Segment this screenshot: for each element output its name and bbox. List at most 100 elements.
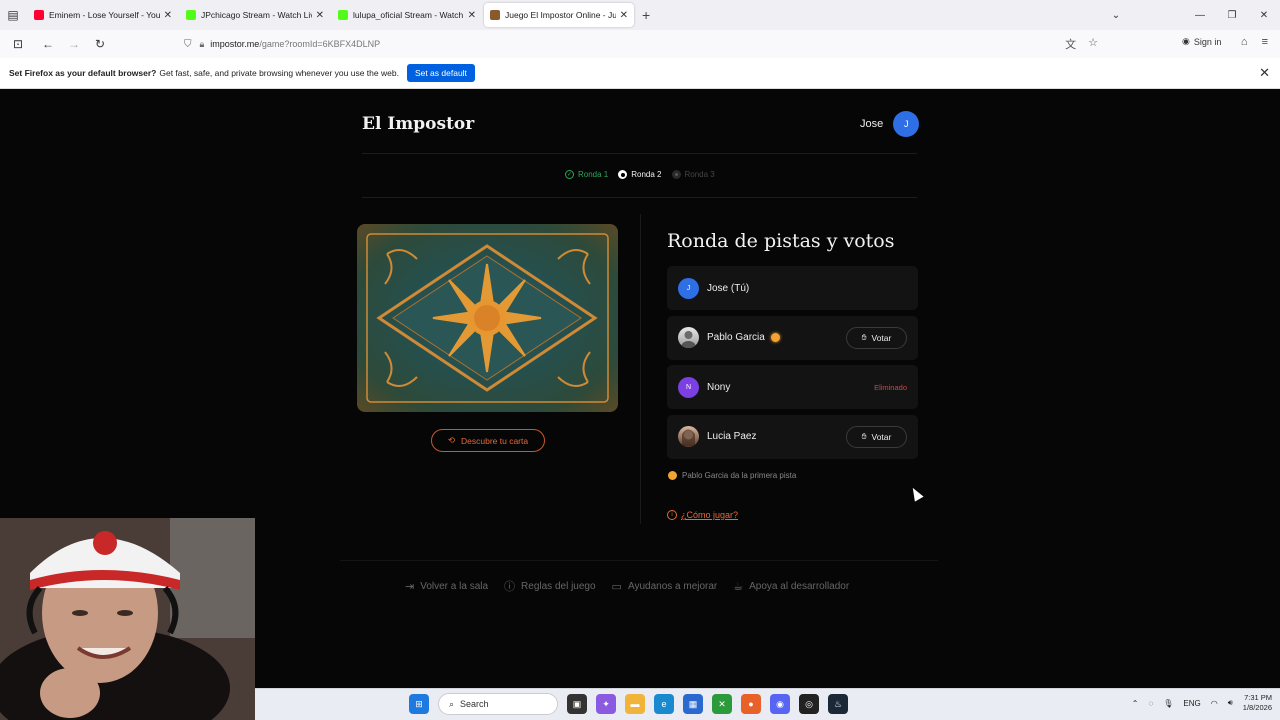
round-step-3: Ronda 3 xyxy=(671,170,715,179)
clock[interactable]: 7:31 PM 1/8/2026 xyxy=(1243,693,1272,713)
user-avatar[interactable]: J xyxy=(893,111,920,137)
player-avatar xyxy=(678,426,699,447)
sidebar-icon[interactable]: ⊡ xyxy=(6,37,30,51)
close-window-icon[interactable]: ✕ xyxy=(1248,10,1280,21)
round-label: Ronda 1 xyxy=(578,170,609,179)
hand-icon: ✋︎ xyxy=(861,431,867,441)
url-host: impostor.me xyxy=(210,39,260,49)
close-infobar-icon[interactable]: ✕ xyxy=(1259,65,1270,81)
chevron-down-icon[interactable]: ⌄ xyxy=(1100,10,1132,21)
back-to-room-link[interactable]: ⇥ Volver a la sala xyxy=(405,578,488,594)
minimize-icon[interactable]: — xyxy=(1184,10,1216,21)
feedback-link[interactable]: ▭ Ayudanos a mejorar xyxy=(612,578,718,594)
obs-icon[interactable]: ◎ xyxy=(799,694,819,714)
round-label: Ronda 3 xyxy=(684,170,715,179)
infobar-question: Set Firefox as your default browser? xyxy=(9,68,157,78)
footer-label: Volver a la sala xyxy=(420,580,489,592)
kick-favicon-icon xyxy=(338,10,348,20)
back-icon[interactable]: ← xyxy=(36,37,60,51)
chevron-up-icon[interactable]: ⌃ xyxy=(1132,699,1139,708)
edge-icon[interactable]: e xyxy=(654,694,674,714)
player-row: Lucia Paez ✋︎ Votar xyxy=(667,414,918,459)
tab-title: Eminem - Lose Yourself - YouTube xyxy=(49,10,160,20)
file-explorer-icon[interactable]: ▬ xyxy=(625,694,645,714)
menu-icon[interactable]: ≡ xyxy=(1262,36,1268,48)
windows-taskbar: ⊞ ⌕ Search ▣ ✦ ▬ e ▦ ✕ ● ◉ ◎ ♨ ⌃ ◌ 🎙︎ EN… xyxy=(255,688,1280,720)
firefox-icon[interactable]: ● xyxy=(741,694,761,714)
vote-label: Votar xyxy=(871,332,892,343)
tab-impostor[interactable]: Juego El Impostor Online - Jugar ✕ xyxy=(484,3,634,27)
windows-start-icon[interactable]: ⊞ xyxy=(409,694,429,714)
game-rules-link[interactable]: ⓘ Reglas del juego xyxy=(504,578,596,594)
user-menu[interactable]: Jose J xyxy=(860,111,920,137)
set-as-default-button[interactable]: Set as default xyxy=(406,64,475,82)
system-tray: ⌃ ◌ 🎙︎ ENG ◠ 🔊︎ 7:31 PM 1/8/2026 xyxy=(1132,693,1272,713)
vote-button[interactable]: ✋︎ Votar xyxy=(846,425,907,448)
tab-lulupa[interactable]: lulupa_oficial Stream - Watch Li ✕ xyxy=(332,3,482,27)
shield-icon[interactable]: ⛉ xyxy=(184,39,192,50)
player-avatar xyxy=(678,327,699,348)
eliminated-badge: Eliminado xyxy=(874,382,907,392)
steam-icon[interactable]: ♨ xyxy=(828,694,848,714)
speaker-icon[interactable]: 🔊︎ xyxy=(1228,698,1233,708)
taskbar-search[interactable]: ⌕ Search xyxy=(438,693,558,715)
reload-icon[interactable]: ↻ xyxy=(88,37,112,51)
player-name: Lucia Paez xyxy=(707,431,757,442)
bookmark-star-icon[interactable]: ☆ xyxy=(1088,36,1098,52)
turn-hint: Pablo Garcia da la primera pista xyxy=(668,471,796,480)
player-row: N Nony Eliminado xyxy=(667,365,918,409)
vote-label: Votar xyxy=(871,431,892,442)
microphone-icon[interactable]: 🎙︎ xyxy=(1163,699,1173,708)
forward-icon[interactable]: → xyxy=(62,37,86,51)
brand-title[interactable]: El Impostor xyxy=(362,114,474,134)
window-controls: ⌄ — ❐ ✕ xyxy=(1100,0,1280,30)
pending-round-icon xyxy=(671,170,681,179)
address-bar[interactable]: ⛉ 🔒︎ impostor.me/game?roomId=6KBFX4DLNP … xyxy=(178,33,1098,55)
lock-icon[interactable]: 🔒︎ xyxy=(200,39,205,50)
sun-icon xyxy=(770,333,780,342)
tab-jpchicago[interactable]: JPchicago Stream - Watch Live o ✕ xyxy=(180,3,330,27)
close-tab-icon[interactable]: ✕ xyxy=(164,10,172,21)
round-heading: Ronda de pistas y votos xyxy=(667,230,895,252)
hand-icon: ✋︎ xyxy=(861,332,867,342)
discover-card-button[interactable]: ⟲ Descubre tu carta xyxy=(431,429,545,452)
close-tab-icon[interactable]: ✕ xyxy=(468,10,476,21)
close-tab-icon[interactable]: ✕ xyxy=(316,10,324,21)
sign-in-button[interactable]: ◉ Sign in xyxy=(1182,36,1221,47)
tab-list-icon[interactable]: ▤ xyxy=(0,0,26,30)
xbox-icon[interactable]: ✕ xyxy=(712,694,732,714)
round-label: Ronda 2 xyxy=(631,170,662,179)
info-icon: ⓘ xyxy=(504,581,516,593)
tab-youtube[interactable]: Eminem - Lose Yourself - YouTube ✕ xyxy=(28,3,178,27)
clock-time: 7:31 PM xyxy=(1244,693,1272,702)
account-icon: ◉ xyxy=(1182,36,1190,46)
how-to-play-link[interactable]: i ¿Cómo jugar? xyxy=(667,510,738,520)
store-icon[interactable]: ▦ xyxy=(683,694,703,714)
url-path: /game?roomId=6KBFX4DLNP xyxy=(259,39,381,49)
sun-icon xyxy=(668,471,677,480)
coffee-icon: ☕︎ xyxy=(733,580,744,593)
task-view-icon[interactable]: ▣ xyxy=(567,694,587,714)
discord-icon[interactable]: ◉ xyxy=(770,694,790,714)
toolbar-extras: ⌂ ≡ xyxy=(1241,36,1268,48)
youtube-favicon-icon xyxy=(34,10,44,20)
restore-icon[interactable]: ❐ xyxy=(1216,10,1248,21)
close-tab-icon[interactable]: ✕ xyxy=(620,10,628,21)
new-tab-icon[interactable]: + xyxy=(642,7,650,23)
refresh-icon: ⟲ xyxy=(447,435,456,445)
copilot-icon[interactable]: ✦ xyxy=(596,694,616,714)
wifi-icon[interactable]: ◠ xyxy=(1211,699,1218,708)
check-icon: ✓ xyxy=(565,170,574,179)
vote-button[interactable]: ✋︎ Votar xyxy=(846,326,907,349)
info-icon: i xyxy=(667,510,677,520)
card-back[interactable] xyxy=(357,224,618,412)
translate-icon[interactable]: 文 xyxy=(1065,36,1076,52)
network-icon[interactable]: ◌ xyxy=(1149,699,1154,708)
extensions-icon[interactable]: ⌂ xyxy=(1241,36,1248,48)
footer-label: Ayudanos a mejorar xyxy=(627,580,718,592)
discover-card-label: Descubre tu carta xyxy=(461,435,529,446)
language-indicator[interactable]: ENG xyxy=(1183,699,1200,708)
support-developer-link[interactable]: ☕︎ Apoya al desarrollador xyxy=(733,578,849,594)
message-icon: ▭ xyxy=(611,580,622,593)
clock-date: 1/8/2026 xyxy=(1242,703,1272,712)
